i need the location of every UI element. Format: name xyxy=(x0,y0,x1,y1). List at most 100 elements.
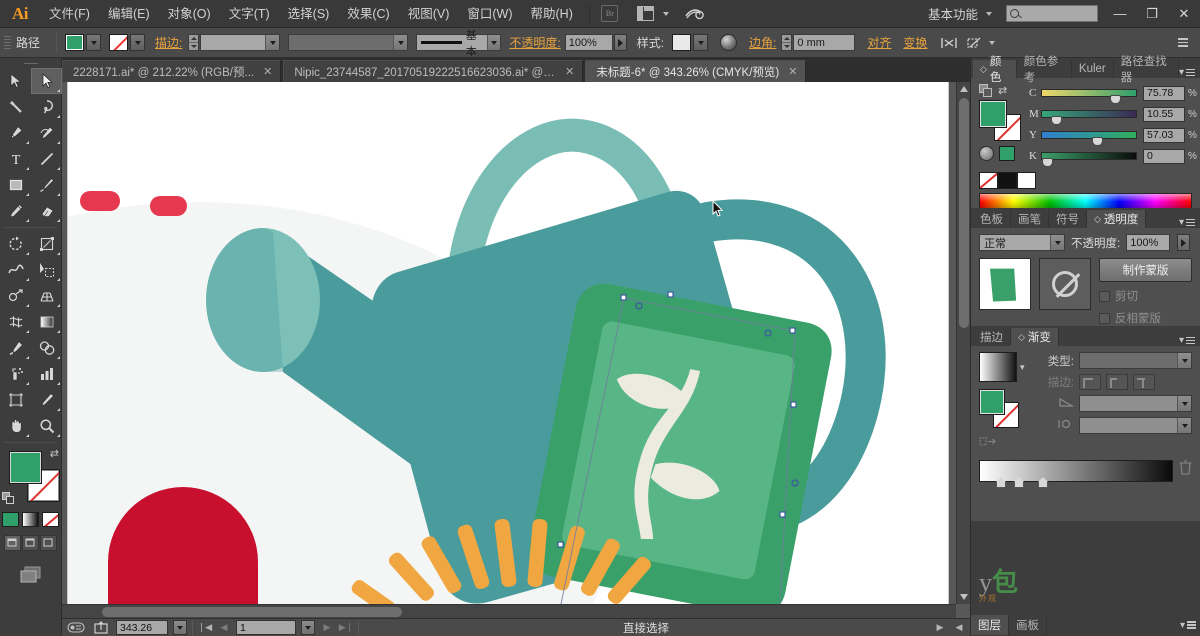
horizontal-scroll-thumb[interactable] xyxy=(102,607,402,617)
gradient-type-combo[interactable] xyxy=(1079,352,1192,369)
gradient-panel-menu-icon[interactable]: ▾ xyxy=(1179,335,1195,346)
swap-fill-stroke-icon[interactable]: ⇄ xyxy=(50,447,59,460)
slider-track-c[interactable] xyxy=(1041,89,1137,104)
stroke-color-swatch[interactable] xyxy=(109,34,129,51)
color-space-icon[interactable] xyxy=(979,146,994,161)
tab-pathfinder[interactable]: 路径查找器 xyxy=(1114,56,1179,84)
width-tool[interactable] xyxy=(0,257,31,283)
document-tab-3[interactable]: 未标题-6* @ 343.26% (CMYK/预览) ✕ xyxy=(585,60,807,82)
slider-track-m[interactable] xyxy=(1041,110,1137,125)
brush-definition-combo[interactable]: 基本 xyxy=(416,30,502,58)
perspective-grid-tool[interactable] xyxy=(31,283,62,309)
recolor-artwork-icon[interactable] xyxy=(720,34,738,51)
normal-screen-mode-button[interactable] xyxy=(4,535,21,551)
stroke-gradient-within[interactable] xyxy=(1079,374,1101,390)
none-swatch[interactable] xyxy=(979,172,998,189)
tab-transparency[interactable]: ◇ 透明度 xyxy=(1087,210,1147,228)
gradient-mode-button[interactable] xyxy=(22,512,39,527)
gradient-stop-2[interactable] xyxy=(1014,477,1024,488)
channel-value-c[interactable]: 75.78 xyxy=(1143,85,1185,101)
gradient-stop-1[interactable] xyxy=(996,477,1006,488)
make-mask-button[interactable]: 制作蒙版 xyxy=(1099,258,1192,282)
vertical-scroll-thumb[interactable] xyxy=(959,98,969,328)
document-tab-1[interactable]: 2228171.ai* @ 212.22% (RGB/预... ✕ xyxy=(62,60,282,82)
rectangle-tool[interactable] xyxy=(0,172,31,198)
scale-tool[interactable] xyxy=(31,231,62,257)
channel-value-m[interactable]: 10.55 xyxy=(1143,106,1185,122)
stroke-gradient-along[interactable] xyxy=(1106,374,1128,390)
control-bar-grip[interactable] xyxy=(4,32,11,54)
full-screen-menu-bar-button[interactable] xyxy=(22,535,39,551)
close-icon[interactable]: ✕ xyxy=(788,65,797,78)
tab-color[interactable]: ◇ 颜色 xyxy=(973,56,1017,84)
eraser-tool[interactable] xyxy=(31,198,62,224)
default-fill-stroke-icon[interactable] xyxy=(2,492,15,505)
fill-stroke-toggle-icon[interactable] xyxy=(979,84,992,97)
workspace-label[interactable]: 基本功能 xyxy=(924,4,982,23)
corner-radius-stepper[interactable] xyxy=(781,34,793,51)
menu-type[interactable]: 文字(T) xyxy=(220,0,279,28)
none-mode-button[interactable] xyxy=(42,512,59,527)
chevron-down-icon[interactable] xyxy=(265,35,280,50)
chevron-down-icon[interactable] xyxy=(1177,353,1191,368)
artboard[interactable] xyxy=(68,82,948,618)
type-tool[interactable]: T xyxy=(0,146,31,172)
menu-file[interactable]: 文件(F) xyxy=(40,0,99,28)
gradient-slider-bar[interactable] xyxy=(979,460,1173,488)
channel-value-y[interactable]: 57.03 xyxy=(1143,127,1185,143)
corner-label[interactable]: 边角: xyxy=(749,34,776,51)
pen-tool[interactable] xyxy=(0,120,31,146)
curvature-tool[interactable] xyxy=(31,120,62,146)
graphic-style-swatch[interactable] xyxy=(672,34,692,51)
reverse-gradient-icon[interactable] xyxy=(979,435,1025,452)
stroke-weight-label[interactable]: 描边: xyxy=(155,34,182,51)
fill-color-swatch[interactable] xyxy=(65,34,85,51)
gradient-stop-3[interactable] xyxy=(1038,477,1048,488)
pencil-tool[interactable] xyxy=(0,198,31,224)
color-panel-menu-icon[interactable]: ▾ xyxy=(1179,67,1195,78)
style-dropdown-button[interactable] xyxy=(693,34,709,51)
tab-symbols[interactable]: 符号 xyxy=(1049,210,1087,228)
gradient-presets-chevron-icon[interactable]: ▾ xyxy=(1020,362,1025,373)
delete-stop-icon[interactable] xyxy=(1179,460,1192,475)
tab-brushes[interactable]: 画笔 xyxy=(1011,210,1049,228)
opacity-input[interactable]: 100% xyxy=(564,34,613,51)
gradient-tool[interactable] xyxy=(31,309,62,335)
next-artboard-icon[interactable]: ▶ xyxy=(320,620,334,635)
blend-mode-combo[interactable]: 正常 xyxy=(979,234,1065,251)
channel-value-k[interactable]: 0 xyxy=(1143,148,1185,164)
tab-stroke[interactable]: 描边 xyxy=(973,328,1011,346)
menu-help[interactable]: 帮助(H) xyxy=(522,0,582,28)
stroke-profile-combo[interactable] xyxy=(288,34,409,51)
column-graph-tool[interactable] xyxy=(31,361,62,387)
clip-checkbox[interactable] xyxy=(1099,290,1110,302)
transparency-opacity-flyout[interactable] xyxy=(1177,234,1191,251)
gradient-angle-combo[interactable] xyxy=(1079,395,1192,412)
fill-dropdown-button[interactable] xyxy=(86,34,102,51)
lasso-tool[interactable] xyxy=(31,94,62,120)
draw-mode-icon[interactable] xyxy=(965,34,985,52)
align-button[interactable]: 对齐 xyxy=(867,34,891,51)
fill-proxy-swatch[interactable] xyxy=(9,451,42,484)
transparency-panel-menu-icon[interactable]: ▾ xyxy=(1179,217,1195,228)
menu-window[interactable]: 窗口(W) xyxy=(458,0,521,28)
mask-thumbnail[interactable] xyxy=(1039,258,1091,310)
slider-track-y[interactable] xyxy=(1041,131,1137,146)
bridge-button[interactable]: Br xyxy=(597,4,623,24)
stroke-weight-combo[interactable] xyxy=(200,34,281,51)
magic-wand-tool[interactable] xyxy=(0,94,31,120)
device-n-icon[interactable] xyxy=(66,621,86,635)
last-artboard-icon[interactable]: ▶❘ xyxy=(339,620,353,635)
blend-tool[interactable] xyxy=(31,335,62,361)
color-fill-swatch[interactable] xyxy=(979,100,1007,128)
chevron-down-icon[interactable] xyxy=(486,35,501,50)
artboard-dropdown-button[interactable] xyxy=(301,620,315,635)
close-icon[interactable]: ✕ xyxy=(565,65,574,78)
menu-edit[interactable]: 编辑(E) xyxy=(99,0,159,28)
scroll-down-icon[interactable] xyxy=(957,590,970,604)
scroll-up-icon[interactable] xyxy=(957,82,970,96)
stroke-weight-stepper[interactable] xyxy=(188,34,200,51)
invert-mask-checkbox[interactable] xyxy=(1099,312,1110,324)
direct-selection-tool[interactable] xyxy=(31,68,62,94)
rotate-tool[interactable] xyxy=(0,231,31,257)
